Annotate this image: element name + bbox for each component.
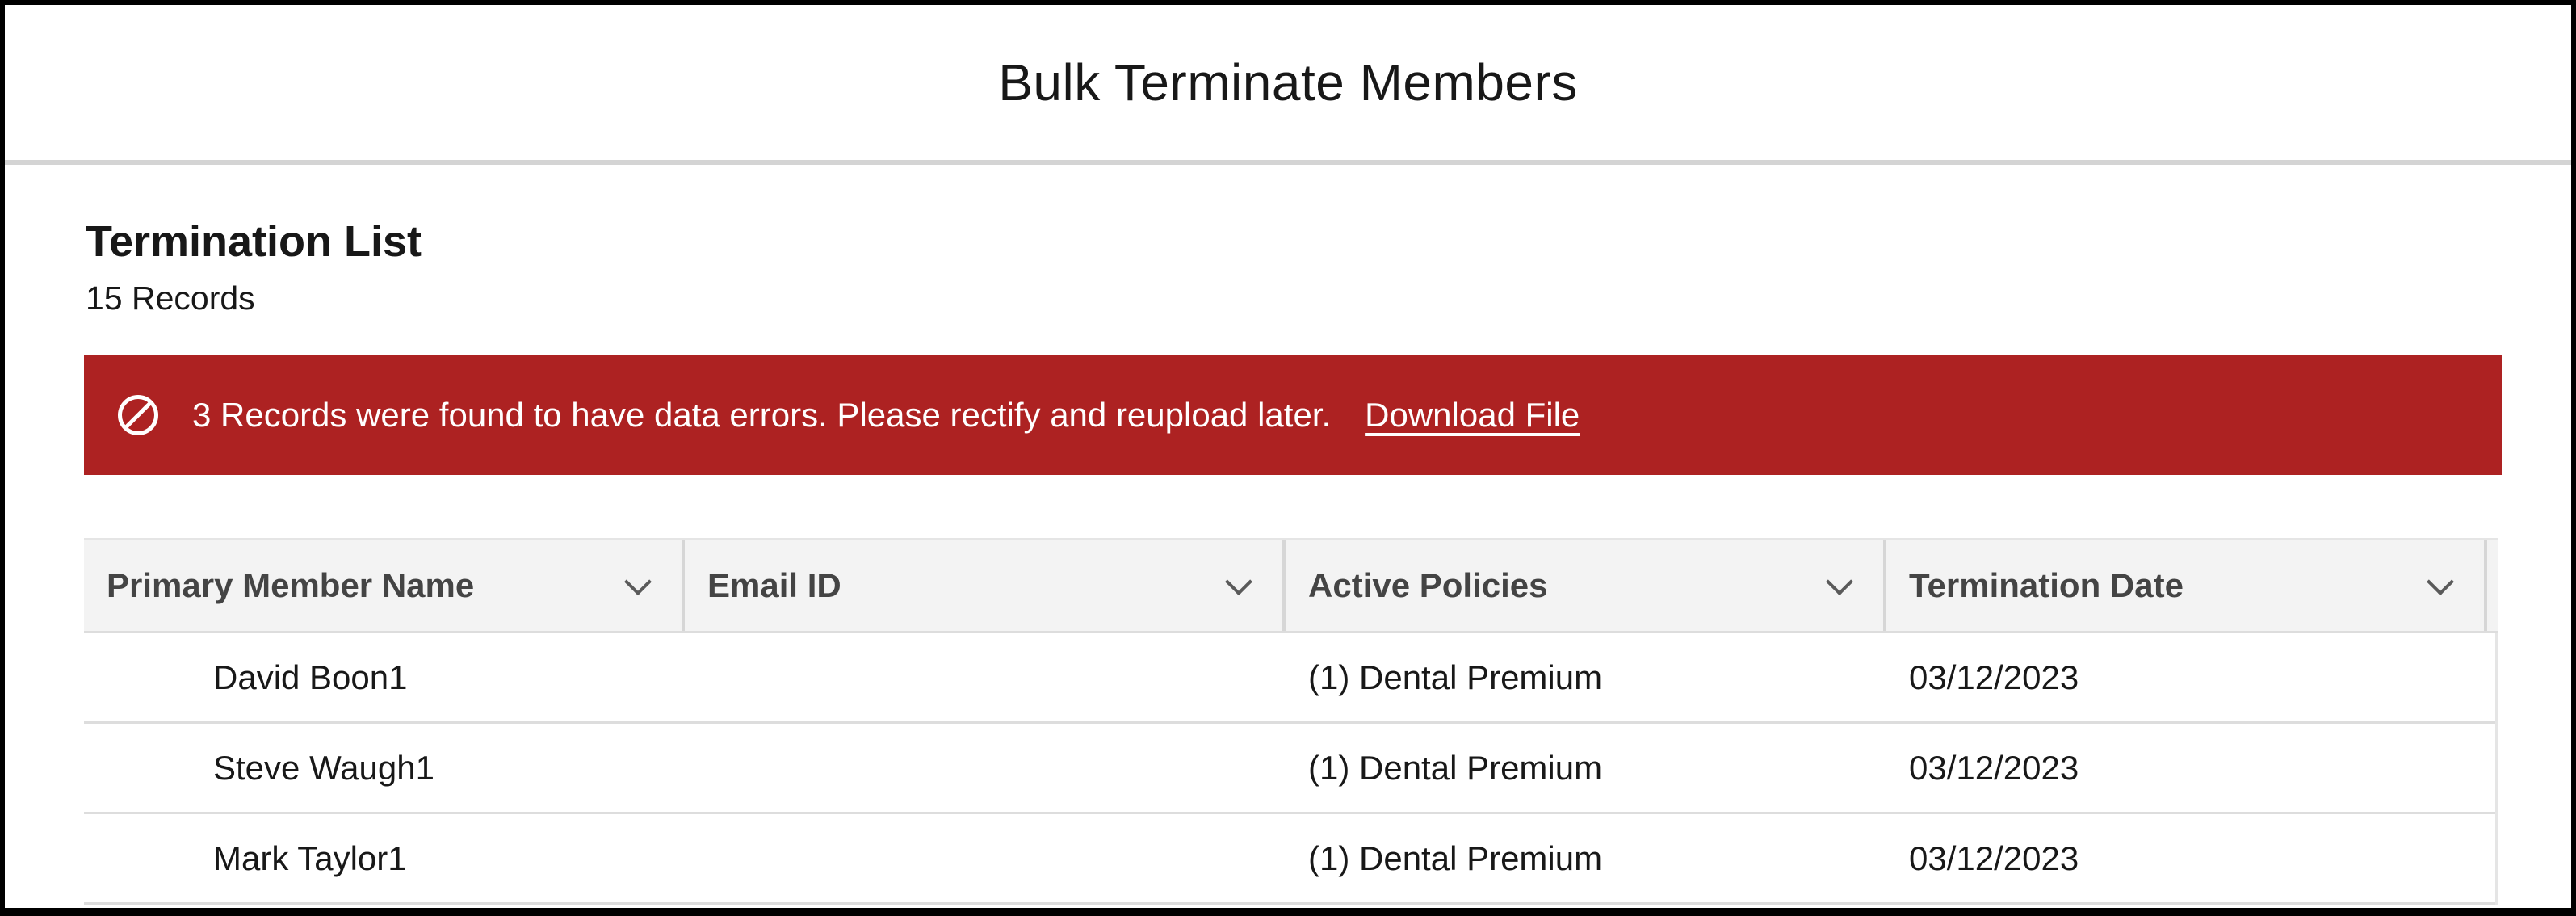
table-row: David Boon1 (1) Dental Premium 03/12/202… — [84, 633, 2495, 724]
chevron-down-icon[interactable] — [1225, 568, 1252, 596]
record-count: 15 Records — [86, 279, 255, 317]
chevron-down-icon[interactable] — [624, 568, 652, 596]
email-cell — [685, 633, 1286, 721]
download-file-link[interactable]: Download File — [1365, 396, 1580, 435]
termination-date-cell: 03/12/2023 — [1909, 838, 2079, 877]
member-name-cell: David Boon1 — [213, 658, 408, 696]
member-name-cell: Steve Waugh1 — [213, 748, 434, 787]
email-cell — [685, 724, 1286, 812]
column-header-active-policies[interactable]: Active Policies — [1286, 540, 1886, 631]
column-header-email-id[interactable]: Email ID — [685, 540, 1286, 631]
chevron-down-icon[interactable] — [2427, 568, 2454, 596]
error-message: 3 Records were found to have data errors… — [192, 396, 1332, 434]
table-header: Primary Member Name Email ID Active Poli… — [84, 538, 2498, 633]
email-cell — [685, 814, 1286, 902]
modal-window: Bulk Terminate Members Termination List … — [0, 0, 2576, 916]
table-row: Steve Waugh1 (1) Dental Premium 03/12/20… — [84, 724, 2495, 814]
column-header-termination-date[interactable]: Termination Date — [1886, 540, 2487, 631]
section-title: Termination List — [86, 217, 422, 266]
policies-cell: (1) Dental Premium — [1308, 658, 1603, 696]
policies-cell: (1) Dental Premium — [1308, 748, 1603, 787]
table-row: Mark Taylor1 (1) Dental Premium 03/12/20… — [84, 814, 2495, 905]
table-body: David Boon1 (1) Dental Premium 03/12/202… — [84, 633, 2498, 905]
column-header-primary-member-name[interactable]: Primary Member Name — [84, 540, 685, 631]
ban-icon — [118, 395, 158, 435]
column-header-label: Email ID — [707, 566, 841, 604]
modal-title: Bulk Terminate Members — [998, 53, 1578, 111]
termination-table: Primary Member Name Email ID Active Poli… — [84, 538, 2498, 905]
column-header-label: Termination Date — [1909, 566, 2184, 604]
column-header-label: Active Policies — [1308, 566, 1548, 604]
modal-header: Bulk Terminate Members — [5, 5, 2571, 165]
policies-cell: (1) Dental Premium — [1308, 838, 1603, 877]
termination-date-cell: 03/12/2023 — [1909, 748, 2079, 787]
error-banner: 3 Records were found to have data errors… — [84, 355, 2502, 475]
column-header-label: Primary Member Name — [107, 566, 475, 604]
chevron-down-icon[interactable] — [1826, 568, 1853, 596]
termination-date-cell: 03/12/2023 — [1909, 658, 2079, 696]
member-name-cell: Mark Taylor1 — [213, 838, 407, 877]
